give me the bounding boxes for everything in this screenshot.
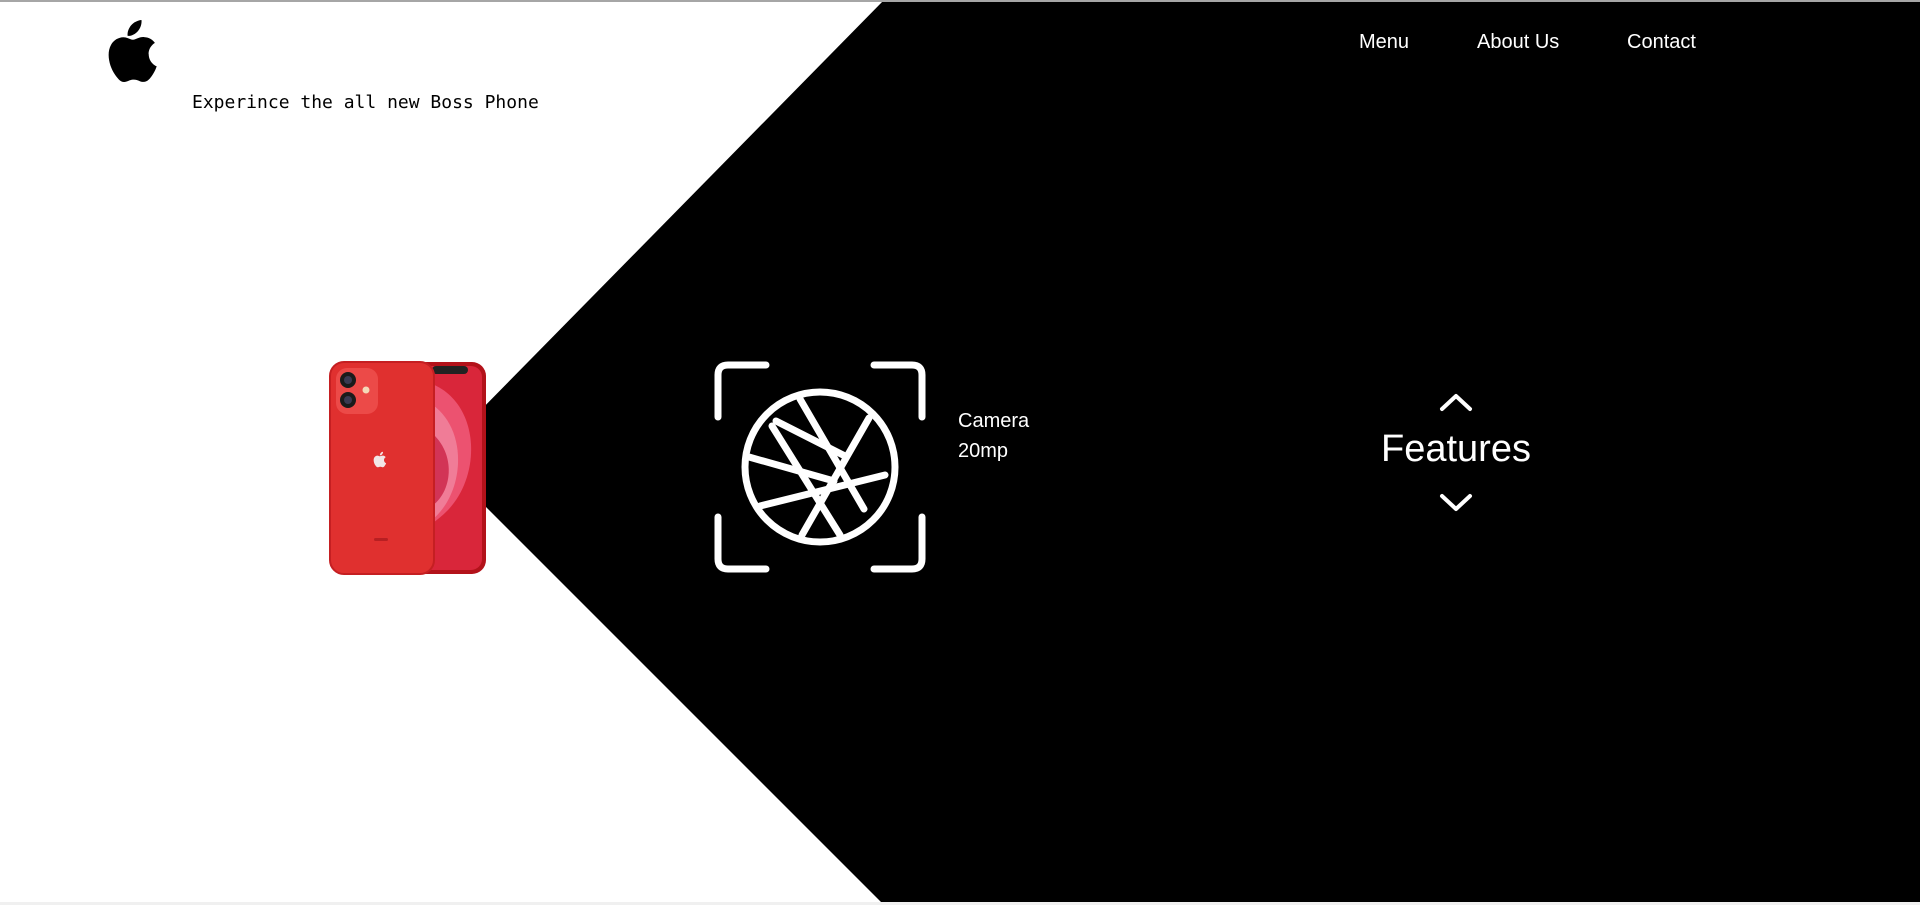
camera-spec: Camera 20mp <box>958 406 1029 466</box>
nav-link-menu[interactable]: Menu <box>1359 31 1409 54</box>
page: Experince the all new Boss Phone Menu Ab… <box>0 0 1920 905</box>
red-smartphone-image <box>329 361 486 575</box>
features-carousel: Features <box>1356 388 1556 518</box>
camera-spec-value: 20mp <box>958 440 1009 462</box>
top-border <box>0 0 1920 2</box>
apple-logo-icon[interactable] <box>101 20 159 84</box>
nav-link-about-us[interactable]: About Us <box>1477 31 1559 54</box>
features-title: Features <box>1381 428 1531 470</box>
nav-link-contact[interactable]: Contact <box>1627 31 1696 54</box>
chevron-down-icon[interactable] <box>1438 492 1474 512</box>
chevron-up-icon[interactable] <box>1438 392 1474 412</box>
camera-spec-label: Camera <box>958 410 1030 432</box>
camera-aperture-icon <box>714 361 926 573</box>
tagline: Experince the all new Boss Phone <box>192 92 539 113</box>
